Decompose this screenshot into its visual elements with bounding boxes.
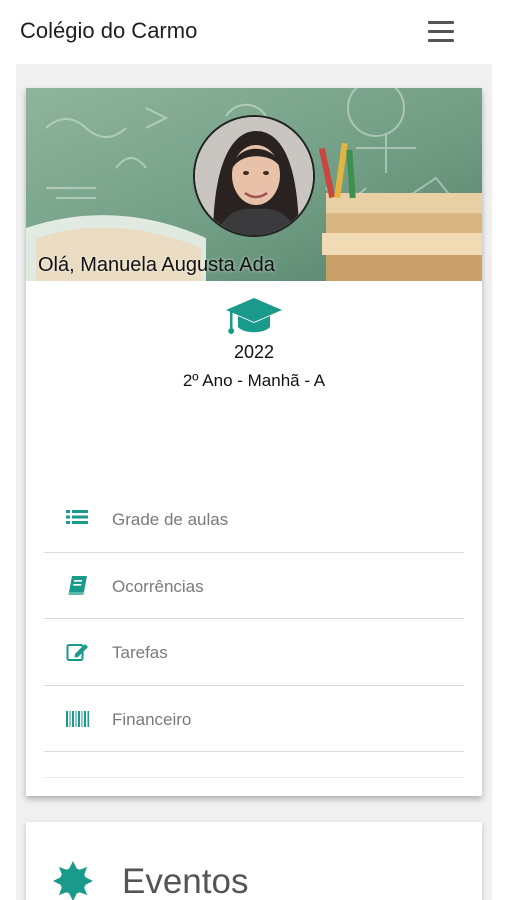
app-title: Colégio do Carmo xyxy=(20,18,198,43)
edit-icon xyxy=(66,641,90,663)
hamburger-menu-button[interactable] xyxy=(428,21,454,43)
class-info: 2º Ano - Manhã - A xyxy=(182,371,326,390)
book-icon xyxy=(66,575,90,597)
school-year: 2022 xyxy=(233,342,275,362)
barcode-icon xyxy=(66,708,90,730)
student-avatar xyxy=(193,115,315,237)
greeting-text: Olá, Manuela Augusta Ada xyxy=(38,254,275,276)
menu-bar-3 xyxy=(428,39,454,42)
menu-item-label: Financeiro xyxy=(112,709,192,729)
menu-item-financeiro[interactable]: Financeiro xyxy=(44,686,464,752)
graduation-cap-icon xyxy=(224,296,284,341)
menu-bar-1 xyxy=(428,21,454,24)
certificate-icon xyxy=(52,860,94,900)
menu-list-spacer xyxy=(44,752,464,778)
menu-item-label: Tarefas xyxy=(112,643,168,662)
student-photo xyxy=(195,117,313,235)
events-card[interactable]: Eventos xyxy=(26,822,482,900)
menu-bar-2 xyxy=(428,30,454,33)
profile-banner: Olá, Manuela Augusta Ada xyxy=(26,88,482,281)
list-icon xyxy=(66,508,90,530)
profile-card: Olá, Manuela Augusta Ada 2022 2º Ano - M… xyxy=(26,88,482,796)
menu-item-label: Grade de aulas xyxy=(112,510,229,529)
student-menu-list: Grade de aulas Ocorrências Tarefas Finan… xyxy=(44,486,464,778)
events-title: Eventos xyxy=(122,862,249,900)
menu-item-label: Ocorrências xyxy=(112,576,204,596)
menu-item-ocorrencias[interactable]: Ocorrências xyxy=(44,553,464,619)
menu-item-grade-de-aulas[interactable]: Grade de aulas xyxy=(44,486,464,553)
top-bar: Colégio do Carmo xyxy=(0,0,506,64)
menu-item-tarefas[interactable]: Tarefas xyxy=(44,619,464,686)
